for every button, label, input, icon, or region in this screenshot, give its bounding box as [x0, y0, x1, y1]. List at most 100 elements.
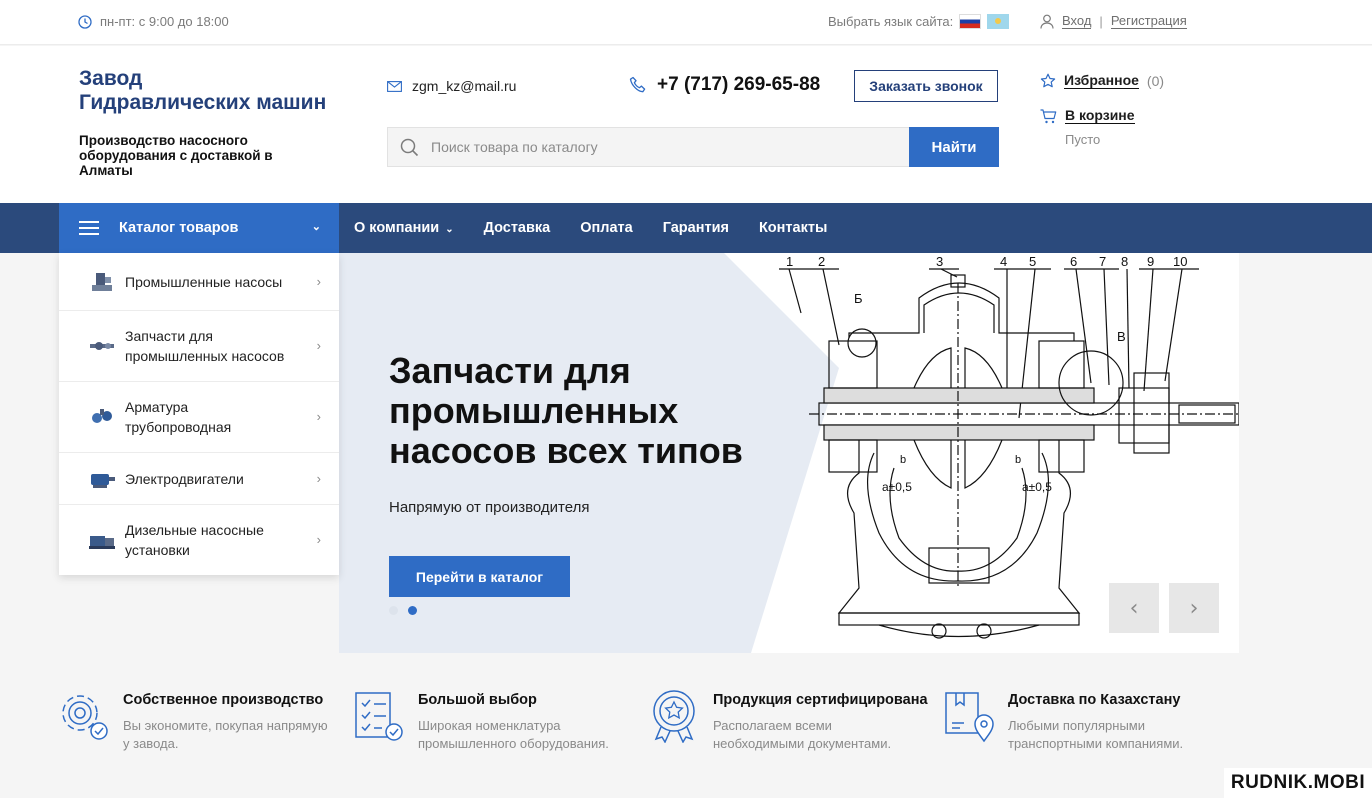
phone-icon: [629, 76, 646, 93]
catalog-menu: Промышленные насосы › Запчасти для промы…: [59, 253, 339, 575]
flag-kz-icon[interactable]: [987, 14, 1010, 29]
phone-link[interactable]: +7 (717) 269-65-88: [629, 74, 820, 96]
catalog-menu-button[interactable]: Каталог товаров ⌄: [59, 203, 339, 253]
callback-button[interactable]: Заказать звонок: [854, 70, 998, 102]
nav-link-about-label: О компании: [354, 220, 440, 236]
search-button[interactable]: Найти: [909, 127, 999, 167]
nav-link-delivery[interactable]: Доставка: [484, 220, 551, 236]
svg-text:2: 2: [818, 254, 825, 269]
gear-check-icon: [62, 695, 108, 740]
cart-status: Пусто: [1065, 132, 1101, 147]
working-hours: пн-пт: с 9:00 до 18:00: [78, 14, 229, 29]
search-icon: [400, 138, 419, 156]
catalog-item-label: Арматура трубопроводная: [125, 399, 232, 435]
nav-link-warranty[interactable]: Гарантия: [663, 220, 729, 236]
svg-text:В: В: [1117, 329, 1126, 344]
feature-delivery: Доставка по Казахстану Любыми популярным…: [944, 689, 1218, 753]
feature-own-production: Собственное производство Вы экономите, п…: [59, 689, 333, 753]
slider-next-button[interactable]: ›: [1169, 583, 1219, 633]
login-link[interactable]: Вход: [1062, 13, 1092, 29]
slider-prev-button[interactable]: ‹: [1109, 583, 1159, 633]
svg-text:9: 9: [1147, 254, 1154, 269]
checklist-icon: [355, 692, 403, 741]
star-icon: [1040, 73, 1056, 88]
svg-text:а±0,5: а±0,5: [882, 480, 912, 494]
tagline: Производство насосного оборудования с до…: [79, 133, 273, 178]
mail-icon: [387, 80, 402, 92]
svg-text:1: 1: [786, 254, 793, 269]
spare-parts-icon: [90, 342, 114, 350]
catalog-item-electric-motors[interactable]: Электродвигатели ›: [59, 453, 339, 505]
feature-description: Любыми популярными транспортными компани…: [1008, 718, 1184, 751]
top-bar: пн-пт: с 9:00 до 18:00 Выбрать язык сайт…: [0, 0, 1372, 45]
search-input[interactable]: [431, 139, 871, 155]
catalog-item-label: Дизельные насосные установки: [125, 522, 264, 558]
nav-links: О компании ⌄ Доставка Оплата Гарантия Кон…: [354, 203, 827, 253]
user-icon: [1040, 14, 1054, 29]
header: Завод Гидравлических машин Производство …: [0, 46, 1372, 203]
search-bar: Найти: [387, 127, 999, 167]
svg-text:5: 5: [1029, 254, 1036, 269]
auth-links: Вход | Регистрация: [1040, 13, 1187, 29]
chevron-down-icon: ⌄: [311, 221, 321, 233]
go-to-catalog-button[interactable]: Перейти в каталог: [389, 556, 570, 597]
cart-label: В корзине: [1065, 107, 1135, 124]
feature-title: Большой выбор: [418, 692, 537, 708]
chevron-right-icon: ›: [316, 409, 321, 424]
slider-dots: [389, 606, 417, 615]
feature-certified: Продукция сертифицирована Располагаем вс…: [649, 689, 928, 753]
hero-slider: 1 2 3 4 5 6 7 8 9 10 Б В а±0,5 а±0,5 b b…: [339, 253, 1239, 653]
pump-icon: [92, 272, 112, 291]
svg-text:6: 6: [1070, 254, 1077, 269]
catalog-item-pipeline-fittings[interactable]: Арматура трубопроводная ›: [59, 382, 339, 453]
favorites-count: (0): [1146, 73, 1165, 89]
nav-link-about[interactable]: О компании ⌄: [354, 220, 454, 236]
catalog-item-diesel-units[interactable]: Дизельные насосные установки ›: [59, 505, 339, 575]
svg-text:8: 8: [1121, 254, 1128, 269]
map-pin-icon: [945, 692, 994, 743]
slider-dot-2[interactable]: [408, 606, 417, 615]
feature-title: Собственное производство: [123, 692, 324, 708]
cart-icon: [1040, 108, 1057, 123]
chevron-right-icon: ›: [1189, 595, 1199, 621]
watermark: RUDNIK.MOBI: [1224, 768, 1372, 798]
nav-link-contacts[interactable]: Контакты: [759, 220, 827, 236]
auth-separator: |: [1099, 13, 1103, 29]
language-label: Выбрать язык сайта:: [828, 14, 954, 29]
email-link[interactable]: zgm_kz@mail.ru: [387, 78, 516, 94]
diesel-unit-icon: [89, 536, 115, 549]
svg-text:7: 7: [1099, 254, 1106, 269]
cart-link[interactable]: В корзине: [1040, 108, 1135, 124]
chevron-right-icon: ›: [316, 338, 321, 353]
main-nav: Каталог товаров ⌄ О компании ⌄ Доставка О…: [0, 203, 1372, 253]
catalog-item-pumps[interactable]: Промышленные насосы ›: [59, 253, 339, 311]
chevron-right-icon: ›: [316, 273, 321, 289]
catalog-item-spare-parts[interactable]: Запчасти для промышленных насосов ›: [59, 311, 339, 382]
svg-text:а±0,5: а±0,5: [1022, 480, 1052, 494]
logo[interactable]: Завод Гидравлических машин: [79, 67, 326, 115]
feature-description: Вы экономите, покупая напрямую у завода.: [123, 718, 328, 751]
svg-text:10: 10: [1173, 254, 1187, 269]
email-text: zgm_kz@mail.ru: [412, 78, 517, 94]
chevron-down-icon: ⌄: [445, 224, 454, 235]
svg-text:Б: Б: [854, 291, 863, 306]
menu-icon: [79, 221, 99, 235]
svg-text:b: b: [900, 454, 906, 466]
search-field: [387, 127, 909, 167]
register-link[interactable]: Регистрация: [1110, 13, 1187, 29]
svg-text:4: 4: [1000, 254, 1007, 269]
catalog-label: Каталог товаров: [119, 220, 239, 236]
clock-icon: [78, 14, 92, 29]
favorites-label: Избранное: [1064, 72, 1139, 89]
hero-subtitle: Напрямую от производителя: [389, 499, 590, 516]
chevron-left-icon: ‹: [1129, 595, 1139, 621]
motor-icon: [91, 473, 115, 488]
nav-link-payment[interactable]: Оплата: [580, 220, 632, 236]
feature-wide-choice: Большой выбор Широкая номенклатура промы…: [354, 689, 628, 753]
slider-dot-1[interactable]: [389, 606, 398, 615]
hours-text: пн-пт: с 9:00 до 18:00: [100, 14, 229, 29]
feature-description: Располагаем всеми необходимыми документа…: [713, 718, 892, 751]
logo-line-2: Гидравлических машин: [79, 91, 327, 114]
flag-ru-icon[interactable]: [959, 14, 982, 29]
favorites-link[interactable]: Избранное (0): [1040, 73, 1164, 89]
